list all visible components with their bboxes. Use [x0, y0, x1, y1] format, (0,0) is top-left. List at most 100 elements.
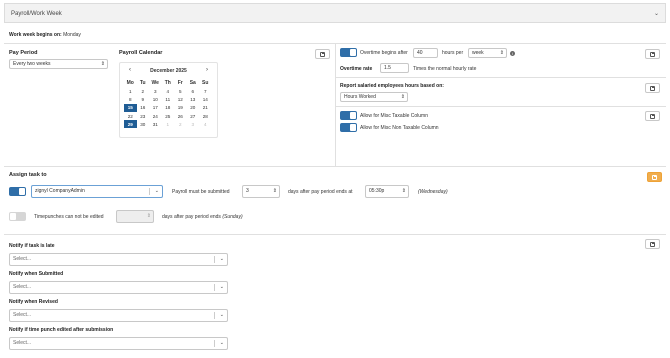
timepunch-days-select[interactable]: ⇕ — [116, 210, 154, 223]
weekday-row: Mo Tu We Th Fr Sa Su — [124, 78, 212, 87]
misc-taxable-label: Allow for Misc Taxable Column — [360, 113, 428, 119]
notify-late-select[interactable]: Select... ⌄ — [9, 253, 228, 266]
calendar-day[interactable]: 16 — [137, 104, 150, 112]
submit-time-select[interactable]: 05:30p ⇕ — [365, 185, 409, 198]
calendar-day[interactable]: 4 — [199, 120, 212, 128]
calendar-day[interactable]: 21 — [199, 104, 212, 112]
timepunch-after-text: days after pay period ends — [162, 214, 221, 220]
submit-days-select[interactable]: 3 ⇕ — [242, 185, 280, 198]
sort-arrows-icon: ⇕ — [100, 61, 105, 67]
calendar-day[interactable]: 11 — [162, 95, 175, 103]
calendar-day[interactable]: 17 — [149, 104, 162, 112]
sort-arrows-icon: ⇕ — [400, 94, 405, 100]
save-icon — [650, 85, 655, 91]
calendar-day[interactable]: 28 — [199, 112, 212, 120]
save-assign-button[interactable] — [647, 172, 662, 182]
divider — [335, 106, 666, 107]
calendar-day[interactable]: 4 — [162, 87, 175, 95]
submit-weekday: (Wednesday) — [418, 189, 448, 195]
notify-submitted-placeholder: Select... — [13, 284, 32, 290]
calendar-day[interactable]: 18 — [162, 104, 175, 112]
calendar-day[interactable]: 1 — [124, 87, 137, 95]
separator — [214, 340, 215, 347]
save-misc-button[interactable] — [645, 111, 660, 121]
calendar-day[interactable]: 5 — [174, 87, 187, 95]
pay-period-label: Pay Period — [9, 50, 38, 56]
weekday-header: We — [151, 79, 159, 86]
pay-period-value: Every two weeks — [13, 61, 51, 67]
collapse-chevron-icon[interactable]: ⌄ — [654, 10, 659, 17]
calendar-day[interactable]: 24 — [149, 112, 162, 120]
calendar-day[interactable]: 23 — [137, 112, 150, 120]
info-icon[interactable]: i — [510, 51, 515, 56]
calendar-day-selected[interactable]: 29 — [124, 120, 137, 129]
save-calendar-button[interactable] — [315, 49, 330, 59]
calendar-day[interactable]: 13 — [187, 95, 200, 103]
calendar-day[interactable]: 25 — [162, 112, 175, 120]
calendar-week: 8 9 10 11 12 13 14 — [124, 95, 212, 103]
calendar-day[interactable]: 3 — [187, 120, 200, 128]
save-salaried-button[interactable] — [645, 83, 660, 93]
save-notify-button[interactable] — [645, 239, 660, 249]
calendar-day[interactable]: 20 — [187, 104, 200, 112]
separator — [214, 312, 215, 319]
timepunch-weekday: (Sunday) — [222, 214, 243, 220]
calendar-day[interactable]: 7 — [199, 87, 212, 95]
calendar-day[interactable]: 2 — [137, 87, 150, 95]
calendar-day[interactable]: 26 — [174, 112, 187, 120]
timepunch-toggle[interactable] — [9, 212, 26, 221]
calendar-day[interactable]: 31 — [149, 120, 162, 128]
calendar-week: 22 23 24 25 26 27 28 — [124, 112, 212, 120]
misc-non-taxable-label: Allow for Misc Non Taxable Column — [360, 125, 439, 131]
calendar-day[interactable]: 10 — [149, 95, 162, 103]
dropdown-icon: ⌄ — [219, 340, 224, 346]
weekday-header: Sa — [189, 79, 196, 86]
salaried-label: Report salaried employees hours based on… — [340, 83, 444, 89]
payroll-calendar-label: Payroll Calendar — [119, 50, 163, 56]
notify-revised-select[interactable]: Select... ⌄ — [9, 309, 228, 322]
calendar-day[interactable]: 27 — [187, 112, 200, 120]
weekday-header: Fr — [177, 79, 183, 86]
timepunch-after-label: days after pay period ends (Sunday) — [162, 214, 243, 220]
calendar-day[interactable]: 12 — [174, 95, 187, 103]
save-overtime-button[interactable] — [645, 49, 660, 59]
calendar-day[interactable]: 19 — [174, 104, 187, 112]
calendar-day[interactable]: 6 — [187, 87, 200, 95]
calendar-day[interactable]: 2 — [174, 120, 187, 128]
sort-arrows-icon: ⇕ — [499, 50, 504, 56]
salaried-value: Hours Worked — [344, 94, 376, 100]
next-month-icon[interactable]: › — [206, 67, 208, 73]
overtime-period-select[interactable]: week ⇕ — [468, 48, 507, 58]
calendar-day-selected[interactable]: 15 — [124, 103, 137, 112]
panel-title: Payroll/Work Week — [11, 11, 62, 17]
overtime-rate-input[interactable]: 1.5 — [380, 63, 409, 73]
pay-period-select[interactable]: Every two weeks ⇕ — [9, 59, 108, 69]
salaried-select[interactable]: Hours Worked ⇕ — [340, 92, 408, 102]
assign-task-toggle[interactable] — [9, 187, 26, 196]
calendar-day[interactable]: 1 — [162, 120, 175, 128]
notify-edited-select[interactable]: Select... ⌄ — [9, 337, 228, 350]
overtime-rate-label: Overtime rate — [340, 66, 373, 72]
work-week-row: Work week begins on: Monday — [9, 32, 81, 38]
timepunch-label: Timepunches can not be edited — [34, 214, 104, 220]
notify-submitted-select[interactable]: Select... ⌄ — [9, 281, 228, 294]
overtime-toggle[interactable] — [340, 48, 357, 57]
save-icon — [650, 51, 655, 57]
sort-arrows-icon: ⇕ — [401, 188, 406, 194]
calendar-day[interactable]: 3 — [149, 87, 162, 95]
panel-header[interactable]: Payroll/Work Week ⌄ — [4, 3, 666, 23]
notify-edited-label: Notify if time punch edited after submis… — [9, 327, 114, 333]
calendar-day[interactable]: 8 — [124, 95, 137, 103]
misc-taxable-toggle[interactable] — [340, 111, 357, 120]
assignee-select[interactable]: zignyl CompanyAdmin ⌄ — [31, 185, 163, 198]
calendar-day[interactable]: 9 — [137, 95, 150, 103]
calendar-day[interactable]: 30 — [137, 120, 150, 128]
dropdown-icon: ⌄ — [219, 312, 224, 318]
overtime-hours-input[interactable]: 40 — [413, 48, 438, 58]
notify-late-label: Notify if task is late — [9, 243, 55, 249]
calendar-day[interactable]: 14 — [199, 95, 212, 103]
separator — [214, 284, 215, 291]
calendar-day[interactable]: 22 — [124, 112, 137, 120]
misc-non-taxable-toggle[interactable] — [340, 123, 357, 132]
divider — [4, 234, 666, 235]
